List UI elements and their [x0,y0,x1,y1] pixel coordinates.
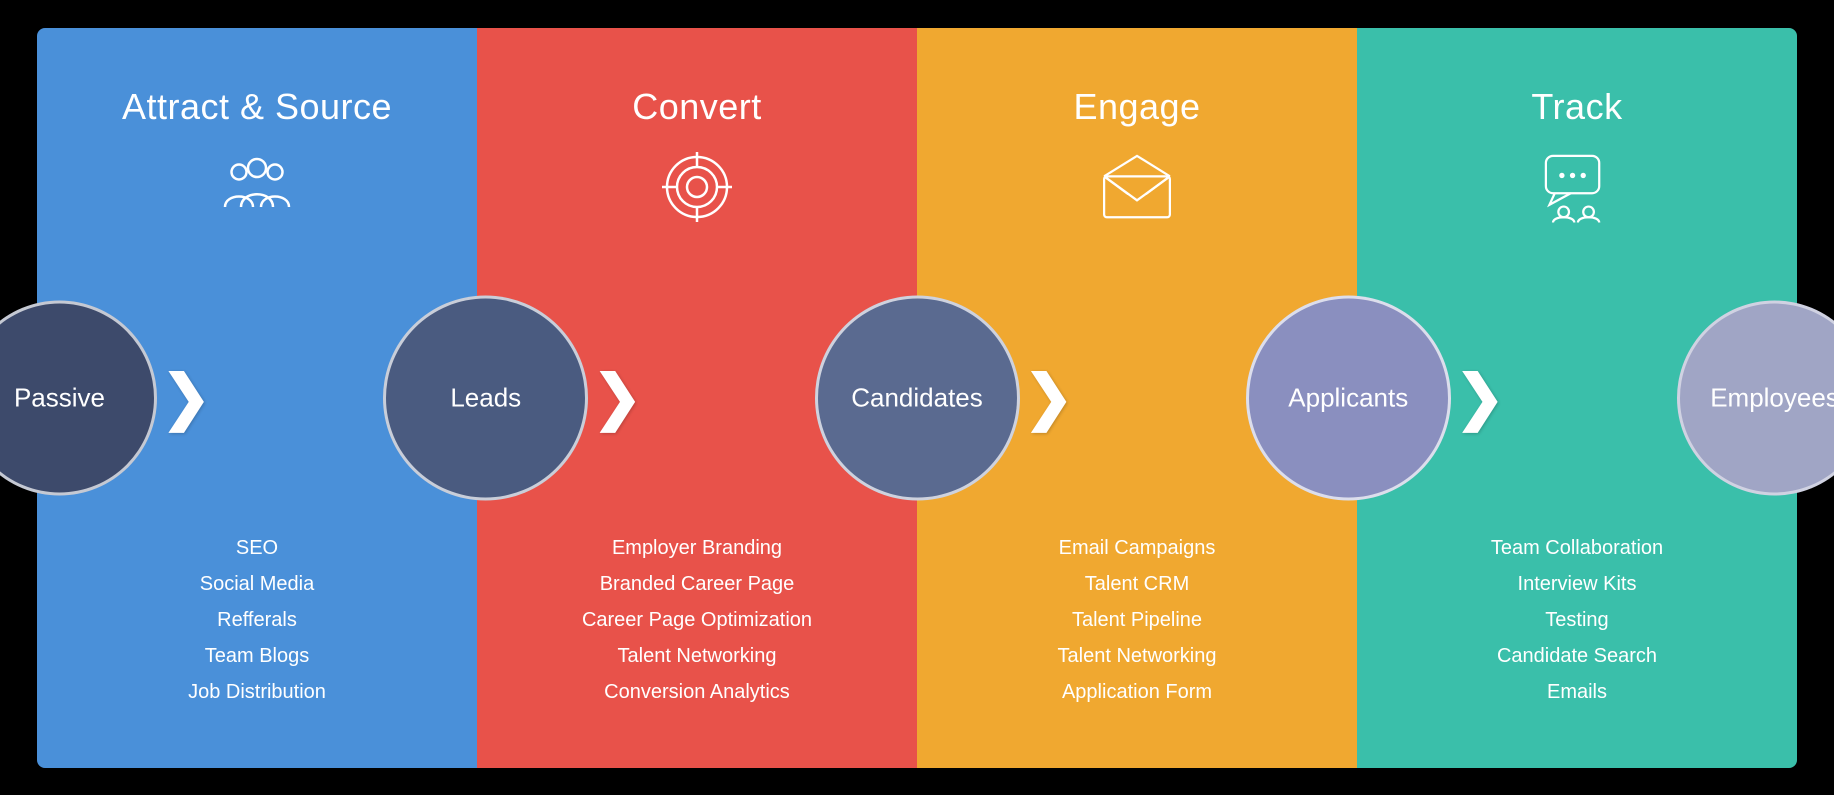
leads-label: Leads [450,382,521,413]
chevron-4: ❯ [1455,368,1505,428]
applicants-label: Applicants [1288,382,1408,413]
attract-features: SEO Social Media Refferals Team Blogs Jo… [188,530,326,710]
convert-features: Employer Branding Branded Career Page Ca… [582,530,812,710]
attract-icon [212,142,302,232]
engage-title: Engage [1073,86,1200,128]
employees-group: Employees [1677,300,1834,495]
circle-applicants: Applicants [1246,295,1451,500]
engage-icon [1092,142,1182,232]
passive-group: Passive ❯ [0,300,215,495]
applicants-group: Applicants ❯ [1246,295,1509,500]
circle-candidates: Candidates [815,295,1020,500]
circles-row: Passive ❯ Leads ❯ Candidates ❯ Applicant… [37,295,1797,500]
candidates-label: Candidates [851,382,983,413]
chevron-1: ❯ [161,368,211,428]
employees-label: Employees [1710,382,1834,413]
passive-label: Passive [14,382,105,413]
chevron-2: ❯ [592,368,642,428]
track-icon [1532,142,1622,232]
engage-features: Email Campaigns Talent CRM Talent Pipeli… [1058,530,1217,710]
leads-group: Leads ❯ [383,295,646,500]
attract-title: Attract & Source [122,86,392,128]
circle-passive: Passive [0,300,157,495]
circle-leads: Leads [383,295,588,500]
track-title: Track [1531,86,1622,128]
track-features: Team Collaboration Interview Kits Testin… [1491,530,1663,710]
convert-icon [652,142,742,232]
convert-title: Convert [632,86,762,128]
chevron-3: ❯ [1024,368,1074,428]
circle-employees: Employees [1677,300,1834,495]
candidates-group: Candidates ❯ [815,295,1078,500]
diagram: Attract & Source [37,28,1797,768]
